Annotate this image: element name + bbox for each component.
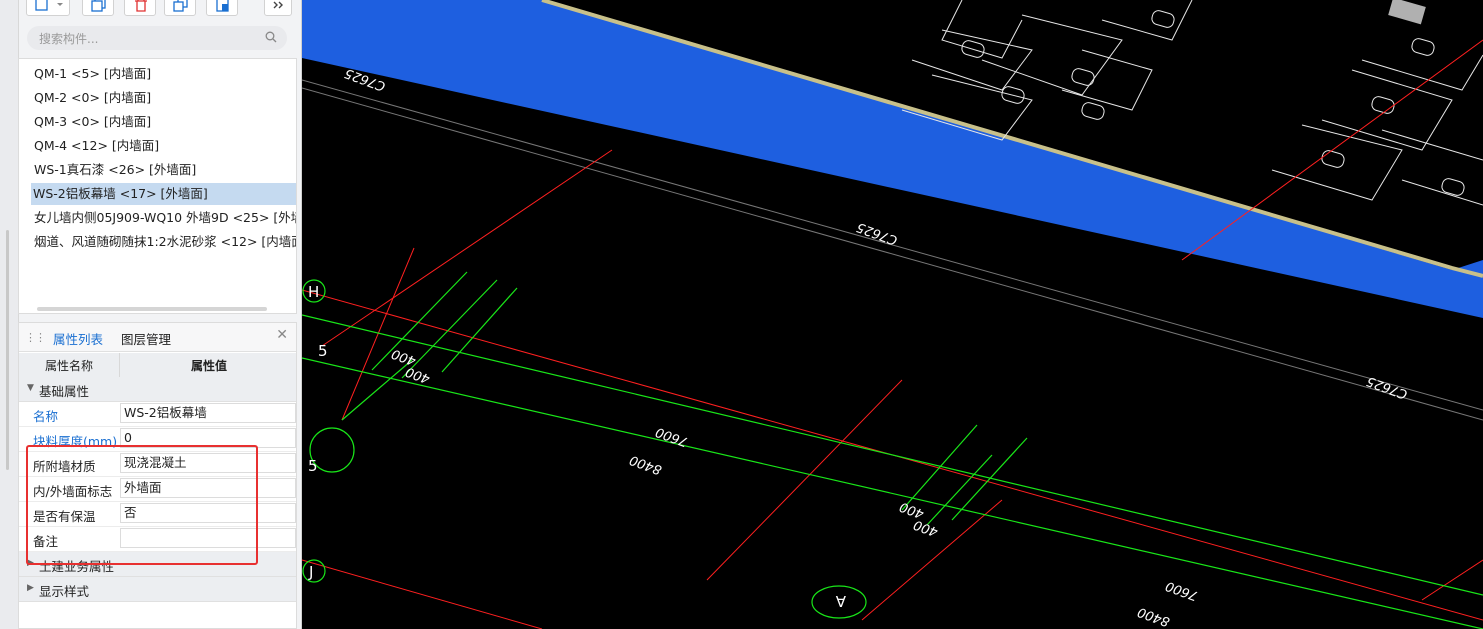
component-panel: 搜索构件... QM-1 <5> [内墙面] QM-2 <0> [内墙面] QM… bbox=[0, 0, 302, 629]
delete-button[interactable] bbox=[124, 0, 156, 16]
more-button[interactable] bbox=[264, 0, 292, 16]
property-key: 所附墙材质 bbox=[33, 459, 96, 474]
group-label: 基础属性 bbox=[39, 384, 90, 399]
property-key: 内/外墙面标志 bbox=[33, 484, 113, 499]
group-civil-properties[interactable]: ▶ 土建业务属性 bbox=[19, 552, 296, 577]
column-header-value: 属性值 bbox=[190, 359, 227, 373]
property-row: 所附墙材质 现浇混凝土 bbox=[19, 451, 296, 477]
list-item[interactable]: WS-1真石漆 <26> [外墙面] bbox=[32, 159, 198, 181]
drag-grip-icon[interactable]: ⋮⋮ bbox=[25, 331, 46, 344]
duplicate-button[interactable] bbox=[164, 0, 196, 16]
property-row: 是否有保温 否 bbox=[19, 501, 296, 527]
search-input[interactable]: 搜索构件... bbox=[27, 26, 287, 50]
property-panel: ⋮⋮ 属性列表 图层管理 ✕ 属性名称 属性值 ▼ 基础属性 名称 WS-2铝板… bbox=[18, 322, 297, 629]
chevron-right-icon: ▶ bbox=[27, 583, 34, 593]
copy-icon bbox=[91, 0, 106, 12]
tab-layer-management[interactable]: 图层管理 bbox=[121, 329, 171, 348]
axis-label: J bbox=[308, 563, 313, 581]
property-value-field[interactable]: 否 bbox=[120, 503, 296, 523]
side-scroll-handle[interactable] bbox=[6, 230, 9, 470]
component-list: QM-1 <5> [内墙面] QM-2 <0> [内墙面] QM-3 <0> [… bbox=[18, 58, 297, 314]
search-icon bbox=[265, 31, 277, 43]
trash-icon bbox=[135, 0, 147, 12]
property-row: 块料厚度(mm) 0 bbox=[19, 426, 296, 452]
chevron-down-icon: ▼ bbox=[27, 383, 34, 393]
copy-button[interactable] bbox=[82, 0, 114, 16]
dimension-label: 7600 bbox=[654, 424, 690, 449]
group-label: 显示样式 bbox=[39, 584, 90, 599]
property-value-field[interactable]: 外墙面 bbox=[120, 478, 296, 498]
window-label: C7625 bbox=[1365, 373, 1410, 402]
list-item[interactable]: QM-2 <0> [内墙面] bbox=[32, 87, 153, 109]
property-row: 内/外墙面标志 外墙面 bbox=[19, 476, 296, 502]
group-label: 土建业务属性 bbox=[39, 559, 115, 574]
tab-property-list[interactable]: 属性列表 bbox=[53, 329, 103, 348]
list-item-selected[interactable]: WS-2铝板幕墙 <17> [外墙面] bbox=[31, 183, 296, 205]
axis-label: A bbox=[835, 592, 846, 610]
axis-markers bbox=[302, 279, 867, 619]
column-header-name: 属性名称 bbox=[44, 359, 93, 373]
group-display-style[interactable]: ▶ 显示样式 bbox=[19, 577, 296, 602]
clipboard-icon bbox=[216, 0, 229, 12]
side-strip bbox=[0, 0, 19, 629]
new-icon bbox=[35, 0, 63, 11]
window-label: C7625 bbox=[855, 219, 900, 248]
property-value-field[interactable]: 0 bbox=[120, 428, 296, 448]
axis-label: H bbox=[308, 283, 319, 301]
new-component-button[interactable] bbox=[26, 0, 70, 16]
property-key: 块料厚度(mm) bbox=[33, 434, 118, 449]
dimension-label: 7600 bbox=[1164, 578, 1200, 603]
list-item[interactable]: QM-4 <12> [内墙面] bbox=[32, 135, 161, 157]
dimension-label: 400 bbox=[912, 516, 940, 539]
property-tabs: ⋮⋮ 属性列表 图层管理 ✕ bbox=[19, 323, 296, 352]
component-toolbar bbox=[18, 0, 301, 20]
property-row: 名称 WS-2铝板幕墙 bbox=[19, 401, 296, 427]
list-horizontal-scrollbar[interactable] bbox=[37, 307, 267, 311]
list-item[interactable]: 烟道、风道随砌随抹1:2水泥砂浆 <12> [内墙面] bbox=[32, 231, 296, 253]
property-row: 备注 bbox=[19, 526, 296, 552]
axis-label: 5 bbox=[308, 457, 318, 475]
dimension-label: 400 bbox=[390, 345, 418, 368]
property-key: 是否有保温 bbox=[33, 509, 96, 524]
property-table-header: 属性名称 属性值 bbox=[19, 353, 296, 378]
list-item[interactable]: 女儿墙内侧05J909-WQ10 外墙9D <25> [外墙面 bbox=[32, 207, 296, 229]
list-item[interactable]: QM-3 <0> [内墙面] bbox=[32, 111, 153, 133]
property-key: 备注 bbox=[33, 534, 59, 549]
dimension-label: 400 bbox=[898, 498, 926, 521]
dimension-label: 8400 bbox=[628, 452, 664, 477]
green-dimension-lines bbox=[302, 271, 1483, 629]
property-value-field[interactable] bbox=[120, 528, 296, 548]
axis-label: 5 bbox=[318, 342, 328, 360]
column-separator bbox=[119, 353, 120, 377]
paste-button[interactable] bbox=[206, 0, 238, 16]
close-icon[interactable]: ✕ bbox=[276, 327, 288, 343]
cad-drawing[interactable]: H 5 5 J A C7625 C7625 C7625 400 400 7600… bbox=[302, 0, 1483, 629]
cad-viewport[interactable]: H 5 5 J A C7625 C7625 C7625 400 400 7600… bbox=[302, 0, 1483, 629]
double-chevron-icon bbox=[273, 1, 283, 9]
property-value-field[interactable]: 现浇混凝土 bbox=[120, 453, 296, 473]
property-value-field[interactable]: WS-2铝板幕墙 bbox=[120, 403, 296, 423]
property-key: 名称 bbox=[33, 409, 59, 424]
list-item[interactable]: QM-1 <5> [内墙面] bbox=[32, 63, 153, 85]
layers-icon bbox=[173, 0, 188, 12]
chevron-right-icon: ▶ bbox=[27, 558, 34, 568]
dimension-label: 8400 bbox=[1136, 604, 1172, 629]
group-basic-properties[interactable]: ▼ 基础属性 bbox=[19, 377, 296, 402]
search-placeholder: 搜索构件... bbox=[39, 32, 99, 46]
